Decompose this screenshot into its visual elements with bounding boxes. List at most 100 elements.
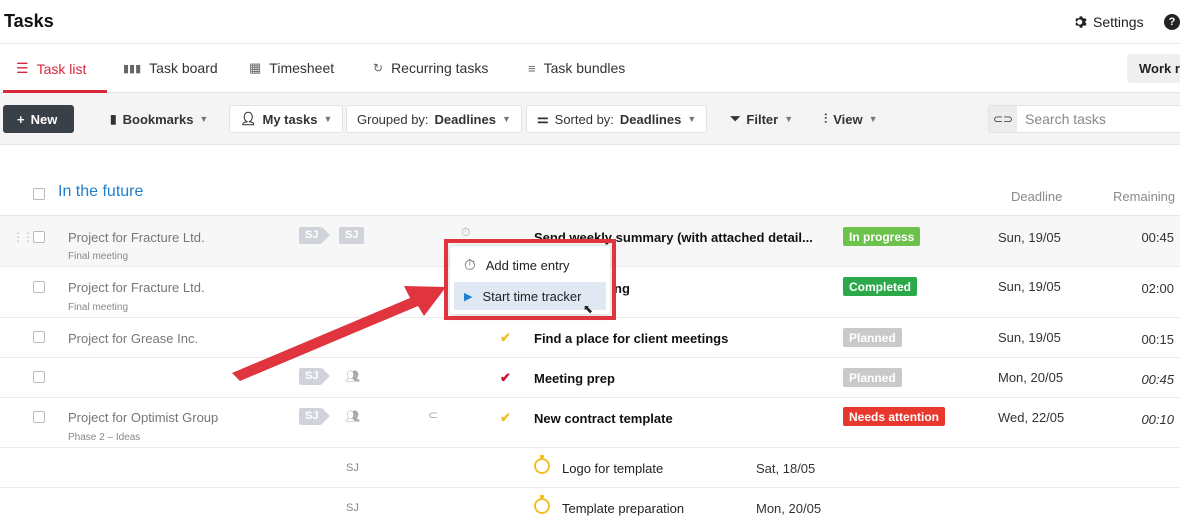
view-tabs: ☰ Task list ▮▮▮ Task board ▦ Timesheet ↻… bbox=[0, 44, 1180, 93]
plus-icon: + bbox=[17, 111, 25, 127]
project-phase: Final meeting bbox=[68, 251, 129, 262]
row-checkbox[interactable] bbox=[33, 371, 45, 383]
view-label: View bbox=[833, 111, 863, 127]
stopwatch-icon[interactable]: ⏱︎ bbox=[461, 225, 470, 240]
row-checkbox[interactable] bbox=[33, 231, 45, 243]
link-icon[interactable]: ⊂⊃ bbox=[989, 106, 1017, 132]
checkmark-icon[interactable]: ✔ bbox=[500, 330, 511, 346]
stack-icon: ≡ bbox=[528, 60, 536, 76]
grouped-by-dropdown[interactable]: Grouped by: Deadlines ▼ bbox=[346, 105, 522, 133]
chevron-down-icon: ▼ bbox=[199, 114, 209, 124]
mouse-cursor-icon: ⬉ bbox=[583, 302, 594, 316]
bookmarks-dropdown[interactable]: ▮ Bookmarks ▼ bbox=[100, 105, 218, 133]
assignee-tag: SJ bbox=[299, 227, 332, 244]
table-row[interactable]: SJ 👥︎ ✔ Meeting prep Planned Mon, 20/05 … bbox=[0, 358, 1180, 398]
chevron-down-icon: ▼ bbox=[323, 114, 333, 124]
subtask-assignee: SJ bbox=[346, 502, 359, 514]
filter-dropdown[interactable]: ⏷ Filter ▼ bbox=[720, 105, 803, 133]
tab-label: Task bundles bbox=[543, 60, 626, 76]
tab-label: Task list bbox=[36, 60, 87, 77]
paperclip-icon[interactable]: ⊂ bbox=[428, 408, 438, 422]
task-title[interactable]: ng bbox=[614, 281, 630, 296]
subtask-title[interactable]: Template preparation bbox=[562, 501, 684, 516]
sorted-prefix: Sorted by: bbox=[554, 111, 614, 127]
group-title[interactable]: In the future bbox=[58, 183, 143, 201]
checkmark-icon[interactable]: ✔ bbox=[500, 370, 511, 386]
project-phase: Final meeting bbox=[68, 302, 129, 313]
sorted-by-dropdown[interactable]: ⚌ Sorted by: Deadlines ▼ bbox=[526, 105, 708, 133]
sliders-icon: ⫶ bbox=[824, 111, 828, 126]
settings-button[interactable]: Settings bbox=[1074, 14, 1144, 30]
help-icon[interactable]: ? bbox=[1164, 14, 1180, 30]
subtask-row[interactable]: SJ Template preparation Mon, 20/05 bbox=[0, 488, 1180, 520]
user-icon: 👤︎ bbox=[240, 111, 257, 126]
view-dropdown[interactable]: ⫶ View ▼ bbox=[814, 105, 888, 133]
subtask-date: Sat, 18/05 bbox=[756, 461, 816, 476]
chevron-down-icon: ▼ bbox=[501, 114, 511, 124]
remaining-value: 02:00 bbox=[1141, 281, 1174, 296]
group-header: In the future Deadline Remaining bbox=[0, 172, 1180, 216]
tab-task-list[interactable]: ☰ Task list bbox=[16, 60, 86, 77]
project-phase: Phase 2 – Ideas bbox=[68, 432, 141, 443]
search-input[interactable] bbox=[1017, 111, 1177, 127]
row-checkbox[interactable] bbox=[33, 411, 45, 423]
row-checkbox[interactable] bbox=[33, 281, 45, 293]
task-title[interactable]: New contract template bbox=[534, 411, 673, 426]
users-icon: 👥︎ bbox=[345, 409, 361, 423]
new-button[interactable]: + New bbox=[3, 105, 74, 133]
table-row[interactable]: Project for Grease Inc. ✔ Find a place f… bbox=[0, 318, 1180, 358]
status-badge: Completed bbox=[843, 277, 918, 296]
bookmarks-label: Bookmarks bbox=[122, 111, 194, 127]
work-report-button[interactable]: Work r bbox=[1127, 54, 1180, 83]
page-title: Tasks bbox=[4, 11, 54, 31]
status-badge: Needs attention bbox=[843, 407, 946, 426]
status-badge: Planned bbox=[843, 368, 902, 387]
project-name: Project for Grease Inc. bbox=[68, 331, 199, 346]
sorted-value: Deadlines bbox=[619, 111, 682, 127]
table-row[interactable]: Project for Optimist Group Phase 2 – Ide… bbox=[0, 398, 1180, 448]
tab-recurring-tasks[interactable]: ↻ Recurring tasks bbox=[373, 60, 488, 76]
task-title[interactable]: Meeting prep bbox=[534, 371, 615, 386]
search-box: ⊂⊃ bbox=[988, 105, 1180, 133]
subtask-title[interactable]: Logo for template bbox=[562, 461, 663, 476]
subtask-date: Mon, 20/05 bbox=[756, 501, 822, 516]
deadline-value: Wed, 22/05 bbox=[998, 410, 1065, 425]
deadline-value: Sun, 19/05 bbox=[998, 330, 1061, 345]
drag-handle-icon[interactable]: ⋮⋮ bbox=[12, 230, 34, 244]
gear-icon bbox=[1075, 16, 1087, 28]
filter-icon: ⏷ bbox=[730, 111, 741, 126]
tab-timesheet[interactable]: ▦ Timesheet bbox=[249, 60, 334, 76]
deadline-column-header[interactable]: Deadline bbox=[1011, 189, 1062, 204]
sort-icon: ⚌ bbox=[537, 111, 549, 126]
row-checkbox[interactable] bbox=[33, 331, 45, 343]
bookmark-icon: ▮ bbox=[110, 112, 117, 126]
status-badge: In progress bbox=[843, 227, 921, 246]
group-checkbox[interactable] bbox=[33, 188, 45, 200]
tab-task-board[interactable]: ▮▮▮ Task board bbox=[123, 60, 218, 76]
columns-icon: ▮▮▮ bbox=[123, 62, 142, 75]
top-bar: Tasks Settings ? bbox=[0, 0, 1180, 44]
new-label: New bbox=[30, 111, 58, 127]
assignee-tag: SJ bbox=[299, 408, 332, 425]
project-name: Project for Optimist Group bbox=[68, 410, 219, 425]
chevron-down-icon: ▼ bbox=[687, 114, 697, 124]
filter-label: Filter bbox=[746, 111, 779, 127]
my-tasks-dropdown[interactable]: 👤︎ My tasks ▼ bbox=[229, 105, 344, 133]
stopwatch-icon bbox=[534, 455, 550, 474]
remaining-value: 00:10 bbox=[1141, 412, 1174, 427]
checkmark-icon[interactable]: ✔ bbox=[500, 410, 511, 426]
refresh-icon: ↻ bbox=[373, 61, 384, 75]
remaining-column-header[interactable]: Remaining bbox=[1113, 189, 1175, 204]
assignee-tag: SJ bbox=[299, 368, 332, 385]
tab-task-bundles[interactable]: ≡ Task bundles bbox=[528, 60, 625, 76]
project-name: Project for Fracture Ltd. bbox=[68, 280, 205, 295]
tab-label: Timesheet bbox=[269, 60, 335, 76]
project-name: Project for Fracture Ltd. bbox=[68, 230, 205, 245]
tab-label: Task board bbox=[149, 60, 218, 76]
settings-label: Settings bbox=[1093, 14, 1144, 30]
subtask-row[interactable]: SJ Logo for template Sat, 18/05 bbox=[0, 448, 1180, 488]
task-title[interactable]: Find a place for client meetings bbox=[534, 331, 728, 346]
deadline-value: Sun, 19/05 bbox=[998, 279, 1061, 294]
remaining-value: 00:45 bbox=[1141, 230, 1174, 245]
status-badge: Planned bbox=[843, 328, 902, 347]
